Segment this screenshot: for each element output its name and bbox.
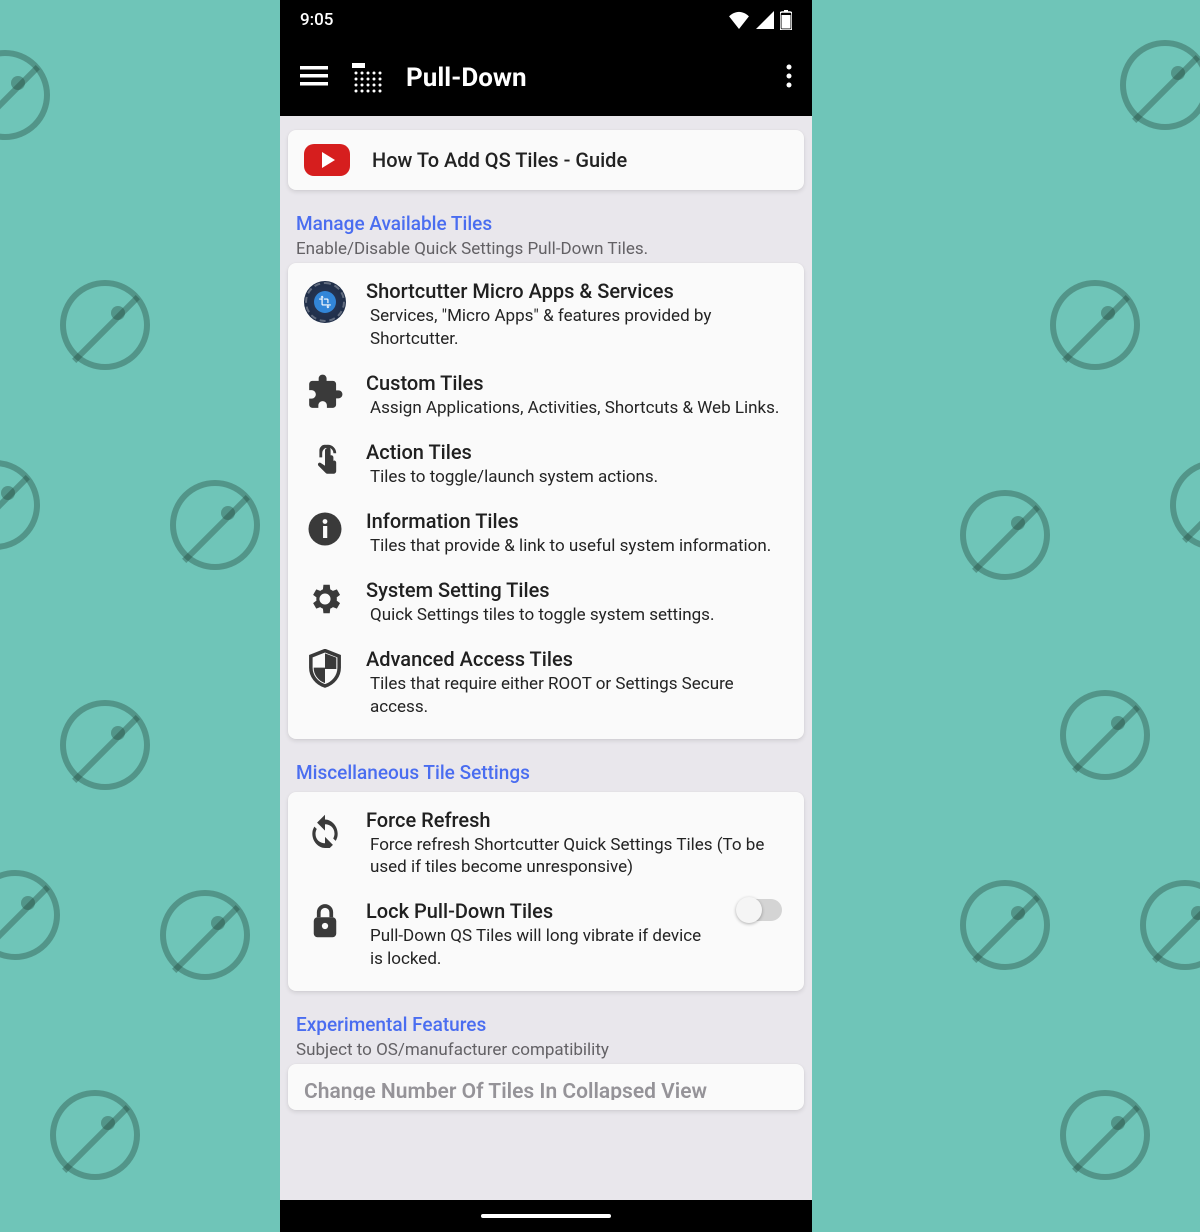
row-title: Information Tiles [366,509,788,533]
section-misc-header: Miscellaneous Tile Settings [288,753,804,792]
section-subtitle: Subject to OS/manufacturer compatibility [296,1040,796,1060]
page-title: Pull-Down [406,63,762,93]
status-icons [728,10,792,30]
row-desc: Pull-Down QS Tiles will long vibrate if … [366,925,718,971]
status-bar: 9:05 [280,0,812,40]
app-bar: Pull-Down [280,40,812,116]
home-gesture-pill[interactable] [481,1214,611,1218]
row-micro-apps[interactable]: Shortcutter Micro Apps & Services Servic… [288,269,804,361]
info-icon [304,509,346,547]
shield-icon [304,647,346,689]
row-desc: Force refresh Shortcutter Quick Settings… [366,834,788,880]
misc-card: Force Refresh Force refresh Shortcutter … [288,792,804,992]
phone-frame: 9:05 Pull-Down [280,0,812,1232]
row-information-tiles[interactable]: Information Tiles Tiles that provide & l… [288,499,804,568]
row-title: Shortcutter Micro Apps & Services [366,279,788,303]
row-action-tiles[interactable]: Action Tiles Tiles to toggle/launch syst… [288,430,804,499]
status-time: 9:05 [300,10,333,30]
section-experimental-header: Experimental Features Subject to OS/manu… [288,1005,804,1064]
row-system-setting-tiles[interactable]: System Setting Tiles Quick Settings tile… [288,568,804,637]
section-title: Experimental Features [296,1013,796,1036]
manage-tiles-card: Shortcutter Micro Apps & Services Servic… [288,263,804,739]
signal-icon [756,11,774,29]
row-title: Force Refresh [366,808,788,832]
row-advanced-access-tiles[interactable]: Advanced Access Tiles Tiles that require… [288,637,804,729]
content-scroll[interactable]: How To Add QS Tiles - Guide Manage Avail… [280,116,812,1200]
lock-toggle[interactable] [738,899,788,921]
row-title: Action Tiles [366,440,788,464]
app-logo-icon [352,63,382,93]
row-title-cutoff: Change Number Of Tiles In Collapsed View [288,1070,804,1100]
row-custom-tiles[interactable]: Custom Tiles Assign Applications, Activi… [288,361,804,430]
refresh-icon [304,808,346,848]
row-desc: Assign Applications, Activities, Shortcu… [366,397,788,420]
row-title: System Setting Tiles [366,578,788,602]
menu-icon[interactable] [300,66,328,90]
row-title: Custom Tiles [366,371,788,395]
puzzle-icon [304,371,346,411]
section-subtitle: Enable/Disable Quick Settings Pull-Down … [296,239,796,259]
gear-icon [304,578,346,618]
youtube-icon [304,144,350,176]
row-desc: Quick Settings tiles to toggle system se… [366,604,788,627]
battery-icon [780,10,792,30]
section-title: Miscellaneous Tile Settings [296,761,796,784]
lock-icon [304,899,346,941]
row-desc: Tiles that require either ROOT or Settin… [366,673,788,719]
section-manage-header: Manage Available Tiles Enable/Disable Qu… [288,204,804,263]
experimental-card: Change Number Of Tiles In Collapsed View [288,1064,804,1110]
wifi-icon [728,11,750,29]
row-title: Advanced Access Tiles [366,647,788,671]
row-force-refresh[interactable]: Force Refresh Force refresh Shortcutter … [288,798,804,890]
row-desc: Services, "Micro Apps" & features provid… [366,305,788,351]
guide-title: How To Add QS Tiles - Guide [372,148,627,172]
row-title: Lock Pull-Down Tiles [366,899,718,923]
guide-card[interactable]: How To Add QS Tiles - Guide [288,130,804,190]
micro-apps-icon [304,279,346,323]
navigation-bar [280,1200,812,1232]
row-lock-pulldown[interactable]: Lock Pull-Down Tiles Pull-Down QS Tiles … [288,889,804,981]
touch-icon [304,440,346,484]
overflow-menu-icon[interactable] [786,64,792,92]
section-title: Manage Available Tiles [296,212,796,235]
row-desc: Tiles to toggle/launch system actions. [366,466,788,489]
row-desc: Tiles that provide & link to useful syst… [366,535,788,558]
